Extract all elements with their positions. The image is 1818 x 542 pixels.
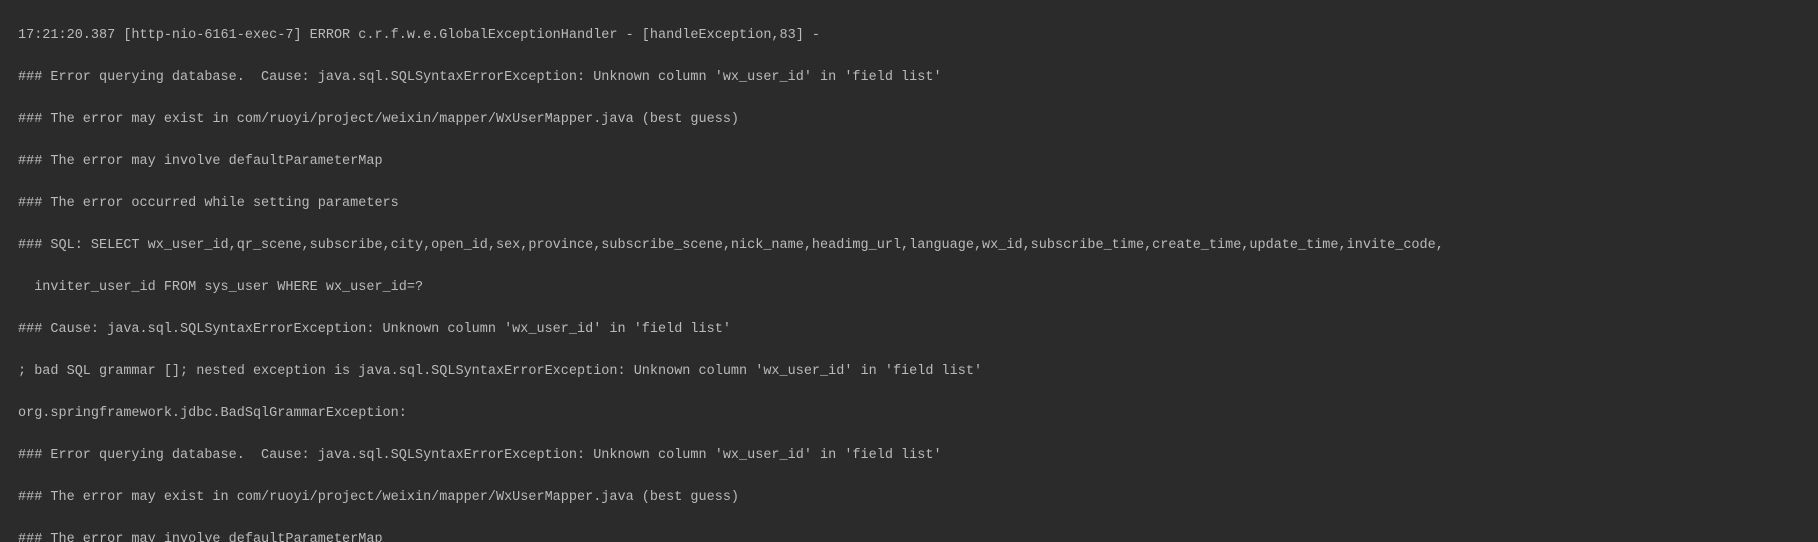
log-line: ### Error querying database. Cause: java… [18, 67, 1812, 88]
log-line: ; bad SQL grammar []; nested exception i… [18, 361, 1812, 382]
log-output[interactable]: 17:21:20.387 [http-nio-6161-exec-7] ERRO… [0, 0, 1818, 542]
log-line: ### Error querying database. Cause: java… [18, 445, 1812, 466]
log-line: org.springframework.jdbc.BadSqlGrammarEx… [18, 403, 1812, 424]
log-line: ### The error may exist in com/ruoyi/pro… [18, 487, 1812, 508]
log-line: 17:21:20.387 [http-nio-6161-exec-7] ERRO… [18, 25, 1812, 46]
log-line: ### The error may exist in com/ruoyi/pro… [18, 109, 1812, 130]
log-line: ### The error occurred while setting par… [18, 193, 1812, 214]
log-line: inviter_user_id FROM sys_user WHERE wx_u… [18, 277, 1812, 298]
log-line: ### SQL: SELECT wx_user_id,qr_scene,subs… [18, 235, 1812, 256]
log-line: ### The error may involve defaultParamet… [18, 529, 1812, 542]
log-line: ### Cause: java.sql.SQLSyntaxErrorExcept… [18, 319, 1812, 340]
log-line: ### The error may involve defaultParamet… [18, 151, 1812, 172]
